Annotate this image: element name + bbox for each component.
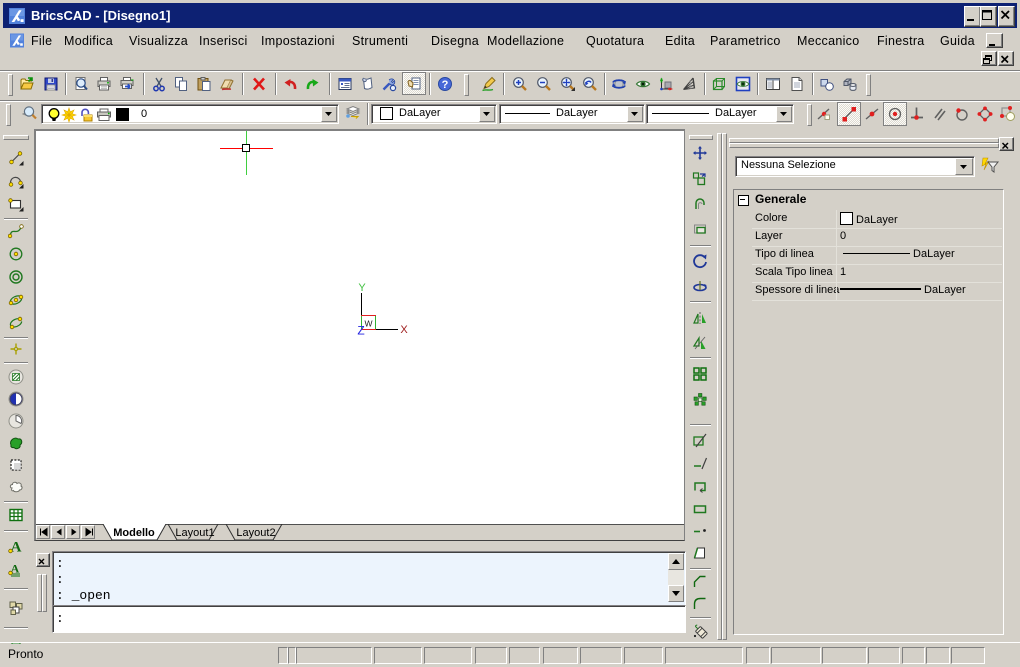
svg-text:W: W xyxy=(364,319,372,329)
svg-text:Z: Z xyxy=(357,324,364,337)
svg-text:Layout2: Layout2 xyxy=(236,527,275,539)
svg-text:X: X xyxy=(400,324,408,336)
svg-text:Modello: Modello xyxy=(113,527,155,539)
svg-text:?: ? xyxy=(442,79,449,91)
svg-text:Y: Y xyxy=(358,282,366,294)
svg-text:Layout1: Layout1 xyxy=(175,527,214,539)
